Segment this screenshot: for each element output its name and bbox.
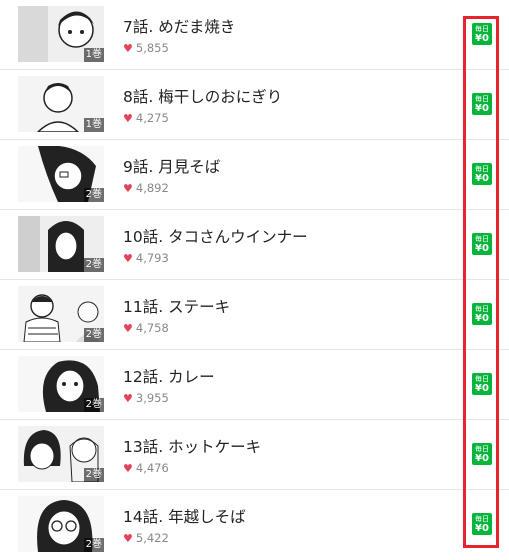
episode-row[interactable]: 1巻 7話. めだま焼き ♥ 5,855 毎日 ¥0 bbox=[0, 0, 509, 70]
episode-thumbnail[interactable]: 2巻 bbox=[18, 426, 104, 482]
heart-icon: ♥ bbox=[123, 252, 133, 265]
episode-title[interactable]: 9話. 月見そば bbox=[123, 155, 220, 177]
episode-row[interactable]: 1巻 8話. 梅干しのおにぎり ♥ 4,275 毎日 ¥0 bbox=[0, 70, 509, 140]
volume-label: 2巻 bbox=[83, 538, 104, 552]
volume-label: 1巻 bbox=[83, 48, 104, 62]
like-count: 4,758 bbox=[135, 321, 169, 335]
episode-thumbnail[interactable]: 2巻 bbox=[18, 146, 104, 202]
episode-title[interactable]: 12話. カレー bbox=[123, 365, 215, 387]
episode-likes: ♥ 4,476 bbox=[123, 461, 169, 475]
episode-row[interactable]: 2巻 13話. ホットケーキ ♥ 4,476 毎日 ¥0 bbox=[0, 420, 509, 490]
episode-row[interactable]: 2巻 9話. 月見そば ♥ 4,892 毎日 ¥0 bbox=[0, 140, 509, 210]
episode-likes: ♥ 4,758 bbox=[123, 321, 169, 335]
heart-icon: ♥ bbox=[123, 322, 133, 335]
heart-icon: ♥ bbox=[123, 112, 133, 125]
episode-row[interactable]: 2巻 14話. 年越しそば ♥ 5,422 毎日 ¥0 bbox=[0, 490, 509, 560]
episode-title[interactable]: 13話. ホットケーキ bbox=[123, 435, 261, 457]
episode-row[interactable]: 2巻 11話. ステーキ ♥ 4,758 毎日 ¥0 bbox=[0, 280, 509, 350]
heart-icon: ♥ bbox=[123, 182, 133, 195]
volume-label: 2巻 bbox=[83, 398, 104, 412]
like-count: 4,892 bbox=[135, 181, 169, 195]
episode-row[interactable]: 2巻 12話. カレー ♥ 3,955 毎日 ¥0 bbox=[0, 350, 509, 420]
episode-likes: ♥ 3,955 bbox=[123, 391, 169, 405]
episode-thumbnail[interactable]: 2巻 bbox=[18, 356, 104, 412]
heart-icon: ♥ bbox=[123, 42, 133, 55]
episode-title[interactable]: 14話. 年越しそば bbox=[123, 505, 246, 527]
like-count: 4,793 bbox=[135, 251, 169, 265]
volume-label: 1巻 bbox=[83, 118, 104, 132]
episode-likes: ♥ 4,793 bbox=[123, 251, 169, 265]
heart-icon: ♥ bbox=[123, 462, 133, 475]
volume-label: 2巻 bbox=[83, 258, 104, 272]
volume-label: 2巻 bbox=[83, 328, 104, 342]
episode-title[interactable]: 8話. 梅干しのおにぎり bbox=[123, 85, 282, 107]
episode-title[interactable]: 10話. タコさんウインナー bbox=[123, 225, 308, 247]
episode-row[interactable]: 2巻 10話. タコさんウインナー ♥ 4,793 毎日 ¥0 bbox=[0, 210, 509, 280]
heart-icon: ♥ bbox=[123, 392, 133, 405]
volume-label: 2巻 bbox=[83, 468, 104, 482]
episode-thumbnail[interactable]: 2巻 bbox=[18, 496, 104, 552]
episode-likes: ♥ 5,422 bbox=[123, 531, 169, 545]
episode-thumbnail[interactable]: 2巻 bbox=[18, 216, 104, 272]
episode-title[interactable]: 11話. ステーキ bbox=[123, 295, 230, 317]
like-count: 5,855 bbox=[135, 41, 169, 55]
episode-title[interactable]: 7話. めだま焼き bbox=[123, 15, 235, 37]
episode-likes: ♥ 4,275 bbox=[123, 111, 169, 125]
episode-likes: ♥ 5,855 bbox=[123, 41, 169, 55]
badge-column-highlight bbox=[463, 16, 499, 548]
episode-thumbnail[interactable]: 1巻 bbox=[18, 76, 104, 132]
like-count: 4,275 bbox=[135, 111, 169, 125]
episode-thumbnail[interactable]: 2巻 bbox=[18, 286, 104, 342]
episode-likes: ♥ 4,892 bbox=[123, 181, 169, 195]
like-count: 3,955 bbox=[135, 391, 169, 405]
like-count: 5,422 bbox=[135, 531, 169, 545]
volume-label: 2巻 bbox=[83, 188, 104, 202]
episode-thumbnail[interactable]: 1巻 bbox=[18, 6, 104, 62]
like-count: 4,476 bbox=[135, 461, 169, 475]
heart-icon: ♥ bbox=[123, 532, 133, 545]
